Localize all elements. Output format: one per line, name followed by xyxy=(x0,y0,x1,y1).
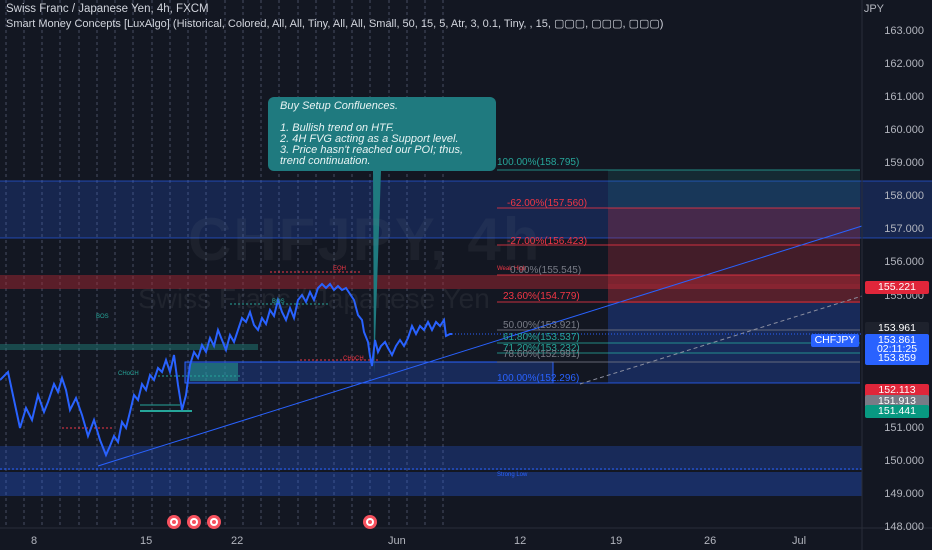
date-label: 22 xyxy=(231,535,244,547)
fib-red-zone xyxy=(608,208,860,284)
watermark-description: Swiss Franc / Japanese Yen xyxy=(138,283,490,314)
fib-label: 78.60%(152.991) xyxy=(503,349,580,360)
price-tag: 151.441 xyxy=(865,405,929,418)
price-tick-label: 158.000 xyxy=(884,190,924,203)
date-label: 8 xyxy=(31,535,38,547)
date-label: Jul xyxy=(792,535,807,547)
fib-label: -62.00%(157.560) xyxy=(507,198,588,209)
fib-label: 100.00%(152.296) xyxy=(497,373,580,384)
fib-label: 100.00%(158.795) xyxy=(497,157,580,168)
date-label: 19 xyxy=(610,535,623,547)
currency-label: JPY xyxy=(863,3,884,15)
price-tick-label: 151.000 xyxy=(884,421,924,434)
bos-label: BOS xyxy=(96,314,109,320)
target-box xyxy=(608,170,860,208)
fvg-zone xyxy=(0,344,258,350)
event-icon[interactable] xyxy=(187,515,201,529)
date-label: 26 xyxy=(704,535,717,547)
price-tick-label: 149.000 xyxy=(884,487,924,500)
date-label: 15 xyxy=(140,535,153,547)
chart-pane[interactable]: CHFJPY, 4h Swiss Franc / Japanese Yen Sw… xyxy=(0,0,932,550)
date-label: 12 xyxy=(514,535,527,547)
price-tick-label: 148.000 xyxy=(884,521,924,534)
price-tag: 153.859 xyxy=(865,352,929,365)
price-tick-label: 156.000 xyxy=(884,256,924,269)
fvg-bull-zone xyxy=(190,363,238,381)
price-tick-label: 163.000 xyxy=(884,25,924,37)
callout-title: Buy Setup Confluences. xyxy=(280,100,399,112)
price-tick-label: 159.000 xyxy=(884,157,924,170)
price-tick-label: 157.000 xyxy=(884,223,924,236)
fib-label: 0.00%(155.545) xyxy=(510,265,582,276)
callout-line: 3. Price hasn't reached our POI; thus, t… xyxy=(280,144,467,167)
choch-label: CHoCH xyxy=(343,356,364,362)
event-icon[interactable] xyxy=(363,515,377,529)
fib-label: 50.00%(153.921) xyxy=(503,320,580,331)
annotation-callout[interactable]: Buy Setup Confluences. 1. Bullish trend … xyxy=(268,97,496,171)
price-chart[interactable] xyxy=(0,0,932,550)
date-label: Jun xyxy=(388,535,406,547)
demand-zone-2 xyxy=(0,472,862,496)
price-tick-label: 150.000 xyxy=(884,454,924,467)
event-icon[interactable] xyxy=(207,515,221,529)
fib-label: 23.60%(154.779) xyxy=(503,291,580,302)
bos-label: BOS xyxy=(272,299,285,305)
price-tag: 155.221 xyxy=(865,281,929,294)
fib-label: -27.00%(156.423) xyxy=(507,236,588,247)
price-tick-label: 160.000 xyxy=(884,124,924,137)
demand-zone-1 xyxy=(0,446,862,470)
eqh-label: EQH xyxy=(333,266,347,272)
strong-low-label: Strong Low xyxy=(497,472,528,478)
event-icon[interactable] xyxy=(167,515,181,529)
price-tick-label: 162.000 xyxy=(884,58,924,71)
price-tick-label: 161.000 xyxy=(884,91,924,104)
symbol-title[interactable]: Swiss Franc / Japanese Yen, 4h, FXCM xyxy=(6,3,209,15)
choch-label: CHoCH xyxy=(118,371,139,377)
symbol-price-tag: CHFJPY xyxy=(811,334,859,347)
fib-label: 61.80%(153.537) xyxy=(503,332,580,343)
watermark-symbol: CHFJPY, 4h xyxy=(188,206,542,273)
indicator-title[interactable]: Smart Money Concepts [LuxAlgo] (Historic… xyxy=(6,17,663,30)
